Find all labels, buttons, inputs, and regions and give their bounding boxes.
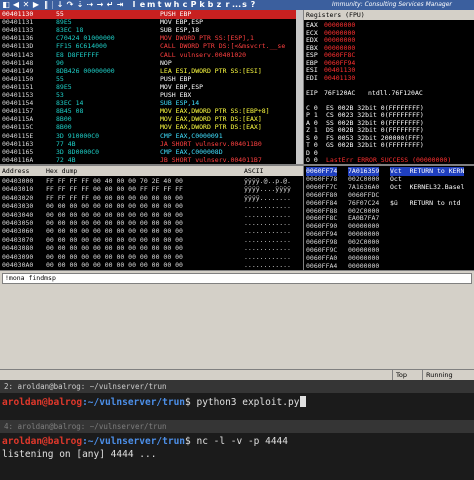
toolbar-letter-button[interactable]: t xyxy=(156,0,164,10)
toolbar-letter-button[interactable]: w xyxy=(164,0,172,10)
toolbar-step-over-icon[interactable]: ↷ xyxy=(66,0,74,10)
typed-command: python3 exploit.py xyxy=(196,397,300,408)
toolbar-letter-button[interactable]: l xyxy=(130,0,138,10)
toolbar-letter-button[interactable]: h xyxy=(173,0,181,10)
prompt-path: :~/vulnserver/trun xyxy=(82,436,186,447)
prompt-symbol: $ xyxy=(185,397,197,408)
dump-ascii: ............ xyxy=(244,261,291,269)
toolbar-trace-into-icon[interactable]: ⇣ xyxy=(76,0,84,10)
window-title: Immunity: Consulting Services Manager xyxy=(332,1,452,8)
listener-prompt-line[interactable]: aroldan@balrog:~/vulnserver/trun$ nc -l … xyxy=(2,435,288,448)
disassembly-row[interactable]: 0040116A 72 4B JB SHORT vulnserv.004011B7 xyxy=(0,156,296,164)
toolbar-trace-over-icon[interactable]: ⇢ xyxy=(86,0,94,10)
status-bar: Top Running xyxy=(0,369,474,380)
toolbar-letter-button[interactable]: e xyxy=(139,0,147,10)
dump-bytes: 00 00 00 00 00 00 00 00 00 00 00 00 xyxy=(46,261,183,269)
toolbar-separator xyxy=(52,1,53,9)
register-name: O 0 xyxy=(306,156,318,164)
registers-pane[interactable]: Registers (FPU) EAX 00000000 ECX 00000000 ED… xyxy=(304,10,474,164)
command-bar xyxy=(0,271,474,369)
toolbar-restart-icon[interactable]: ◀ xyxy=(12,0,20,10)
toolbar-letter-button[interactable]: m xyxy=(147,0,155,10)
status-thread: Top xyxy=(392,370,422,380)
toolbar-letter-button[interactable]: ... xyxy=(232,0,241,10)
debugger-window: ◧ ◀ ✕ ▶ ‖ ↓ ↷ ⇣ ⇢ → ↵ ⇥ l e m t w h c Pk b z r... s… xyxy=(0,0,474,380)
toolbar-letter-button[interactable]: z xyxy=(215,0,223,10)
terminal[interactable]: 2: aroldan@balrog: ~/vulnserver/trun aro… xyxy=(0,380,474,480)
toolbar-letter-button[interactable]: s xyxy=(241,0,249,10)
toolbar-goto-icon[interactable]: ↵ xyxy=(106,0,114,10)
hex-dump-row[interactable]: 004030A0 00 00 00 00 00 00 00 00 00 00 00… xyxy=(0,261,303,270)
prompt-path: :~/vulnserver/trun xyxy=(82,397,186,408)
listener-command: nc -l -v -p 4444 xyxy=(196,436,288,447)
instruction-asm: JB SHORT vulnserv.004011B7 xyxy=(160,155,262,164)
toolbar-letter-button[interactable]: k xyxy=(198,0,206,10)
instruction-address: 0040116A xyxy=(2,155,34,164)
toolbar-letter-button[interactable]: r xyxy=(224,0,232,10)
toolbar-open-icon[interactable]: ◧ xyxy=(2,0,10,10)
stack-address: 0060FFA4 xyxy=(306,261,338,270)
command-input[interactable]: !mona findmsp xyxy=(2,273,472,284)
prompt-user: aroldan@balrog xyxy=(2,436,83,447)
disassembly-pane[interactable]: 00401130 55 PUSH EBP 00401131 89E5 MOV EBP,ES… xyxy=(0,10,303,164)
stack-row[interactable]: 0060FFA4 00000000 xyxy=(304,262,474,270)
register-row[interactable]: O 0 LastErr ERROR_SUCCESS (00000000) xyxy=(304,156,474,164)
hex-dump-header: Address Hex dump ASCII xyxy=(0,166,303,176)
dump-ascii-column-header[interactable]: ASCII xyxy=(244,166,264,176)
toolbar-letter-button[interactable]: c xyxy=(181,0,189,10)
dump-address: 004030A0 xyxy=(2,261,34,269)
registers-header: Registers (FPU) xyxy=(304,10,474,20)
stack-pane[interactable]: 0060FF74 7A016359 Vct RETURN to KERN 0060FF… xyxy=(304,166,474,270)
toolbar-step-into-icon[interactable]: ↓ xyxy=(56,0,64,10)
listener-output: listening on [any] 4444 ... xyxy=(2,449,157,460)
toolbar-close-icon[interactable]: ✕ xyxy=(22,0,30,10)
prompt-symbol: $ xyxy=(185,436,197,447)
dump-hex-column-header[interactable]: Hex dump xyxy=(46,166,77,176)
terminal-prompt-line[interactable]: aroldan@balrog:~/vulnserver/trun$ python… xyxy=(2,396,307,409)
toolbar-letter-button[interactable]: b xyxy=(207,0,215,10)
status-state: Running xyxy=(422,370,474,380)
disassembly-scrollbar[interactable] xyxy=(296,10,303,164)
dump-address-column-header[interactable]: Address xyxy=(2,166,29,176)
toolbar-run-icon[interactable]: ▶ xyxy=(32,0,40,10)
hex-dump-pane[interactable]: Address Hex dump ASCII 00403000 FF FF FF … xyxy=(0,166,303,270)
prompt-user: aroldan@balrog xyxy=(2,397,83,408)
terminal-pane-title-active[interactable]: 2: aroldan@balrog: ~/vulnserver/trun xyxy=(0,380,474,393)
register-value: LastErr ERROR_SUCCESS (00000000) xyxy=(326,156,452,164)
toolbar-letter-button[interactable]: ? xyxy=(249,0,257,10)
instruction-hex: 72 4B xyxy=(56,155,76,164)
toolbar-execute-till-return-icon[interactable]: → xyxy=(96,0,104,10)
terminal-cursor xyxy=(300,396,307,407)
debugger-toolbar: ◧ ◀ ✕ ▶ ‖ ↓ ↷ ⇣ ⇢ → ↵ ⇥ l e m t w h c Pk b z r... s… xyxy=(0,0,474,10)
toolbar-letter-button[interactable]: P xyxy=(190,0,198,10)
stack-value: 00000000 xyxy=(348,261,380,270)
terminal-pane-title-inactive[interactable]: 4: aroldan@balrog: ~/vulnserver/trun xyxy=(0,420,474,433)
toolbar-pause-icon[interactable]: ‖ xyxy=(42,0,50,10)
toolbar-cursor-icon[interactable]: ⇥ xyxy=(116,0,124,10)
